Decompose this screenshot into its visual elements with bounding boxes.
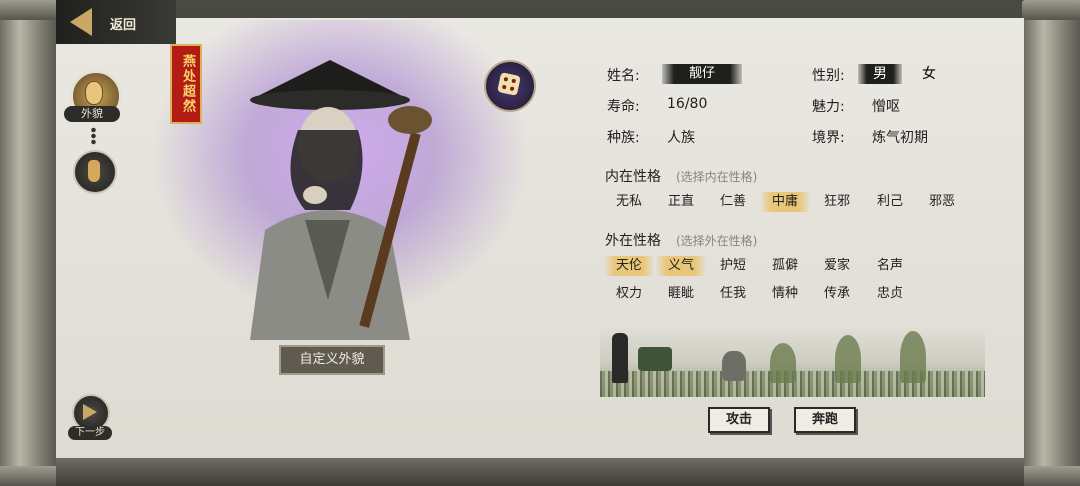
face-icon (85, 81, 103, 105)
outer-trait[interactable]: 情种 (761, 284, 809, 304)
lifespan-label: 寿命: (607, 99, 640, 115)
outer-trait[interactable]: 名声 (866, 256, 914, 276)
gourd-icon (88, 160, 100, 182)
next-step-button[interactable]: 下一步 (68, 394, 112, 440)
scroll-cap (1022, 0, 1080, 20)
realm-label: 境界: (812, 130, 845, 146)
charm-value: 憎呕 (872, 99, 900, 115)
appearance-tab-label[interactable]: 外貌 (64, 106, 120, 122)
outer-trait[interactable]: 孤僻 (761, 256, 809, 276)
plant (835, 335, 861, 383)
plant (770, 343, 796, 383)
cart (638, 347, 672, 371)
character-portrait (250, 60, 432, 340)
back-label: 返回 (110, 18, 137, 33)
inner-personality-hint: (选择内在性格) (676, 170, 758, 184)
seal-stamp: 燕处超然 (170, 44, 202, 124)
outer-personality-title: 外在性格 (605, 233, 661, 249)
outer-trait[interactable]: 忠贞 (866, 284, 914, 304)
outer-trait-selected[interactable]: 义气 (657, 256, 705, 276)
inner-trait[interactable]: 正直 (657, 192, 705, 212)
outer-trait[interactable]: 权力 (605, 284, 653, 304)
item-tab-button[interactable] (73, 150, 117, 194)
left-scroll-rod (0, 0, 58, 486)
rock (722, 351, 746, 381)
battle-scene-preview (600, 325, 985, 397)
randomize-dice-button[interactable] (484, 60, 536, 112)
dots-separator (91, 127, 96, 145)
swordsman-figure (612, 333, 628, 383)
right-scroll-rod (1022, 0, 1080, 486)
gender-option-female[interactable]: 女 (907, 64, 951, 84)
inner-trait[interactable]: 仁善 (709, 192, 757, 212)
attack-button[interactable]: 攻击 (708, 407, 770, 433)
outer-trait[interactable]: 睚眦 (657, 284, 705, 304)
name-field[interactable]: 靓仔 (662, 64, 742, 84)
charm-label: 魅力: (812, 99, 845, 115)
back-button[interactable]: 返回 (66, 6, 156, 38)
back-arrow-icon (70, 8, 92, 36)
inner-trait[interactable]: 无私 (605, 192, 653, 212)
lifespan-value: 16/80 (667, 96, 708, 112)
inner-trait[interactable]: 狂邪 (813, 192, 861, 212)
scroll-cap (0, 466, 58, 486)
inner-trait[interactable]: 邪恶 (918, 192, 966, 212)
custom-appearance-button[interactable]: 自定义外貌 (279, 345, 385, 375)
inner-personality-title: 内在性格 (605, 169, 661, 185)
inner-trait-selected[interactable]: 中庸 (761, 192, 809, 212)
inner-trait[interactable]: 利己 (866, 192, 914, 212)
bottom-border (56, 458, 1024, 486)
gender-option-male[interactable]: 男 (858, 64, 902, 84)
outer-trait[interactable]: 任我 (709, 284, 757, 304)
gender-label: 性别: (812, 68, 845, 84)
realm-value: 炼气初期 (872, 130, 928, 146)
outer-personality-hint: (选择外在性格) (676, 234, 758, 248)
next-step-label: 下一步 (68, 426, 112, 440)
outer-trait[interactable]: 传承 (813, 284, 861, 304)
outer-trait[interactable]: 护短 (709, 256, 757, 276)
scroll-cap (1022, 466, 1080, 486)
race-label: 种族: (607, 130, 640, 146)
outer-trait-selected[interactable]: 天伦 (605, 256, 653, 276)
name-label: 姓名: (607, 68, 640, 84)
dice-icon (497, 72, 521, 96)
plant (900, 331, 926, 383)
race-value: 人族 (667, 130, 695, 146)
outer-trait[interactable]: 爱家 (813, 256, 861, 276)
scroll-cap (0, 0, 58, 20)
flee-button[interactable]: 奔跑 (794, 407, 856, 433)
